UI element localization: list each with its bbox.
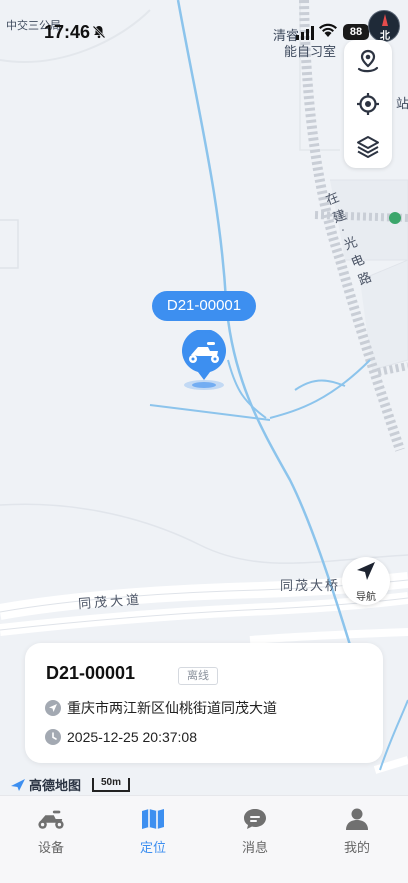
tab-profile[interactable]: 我的 bbox=[306, 796, 408, 883]
location-arrow-icon bbox=[45, 700, 61, 716]
wifi-icon bbox=[318, 22, 338, 43]
navigation-arrow-icon bbox=[355, 560, 377, 587]
scooter-marker-icon[interactable] bbox=[178, 328, 230, 392]
battery-indicator: 88 bbox=[343, 24, 369, 40]
tab-bar: 设备 定位 消息 我的 bbox=[0, 795, 408, 883]
tab-location[interactable]: 定位 bbox=[102, 796, 204, 883]
layers-icon[interactable] bbox=[350, 129, 386, 165]
amap-logo-icon bbox=[11, 778, 25, 791]
map-provider-logo: 高德地图 bbox=[10, 775, 81, 794]
tab-label: 消息 bbox=[241, 840, 268, 855]
tab-devices[interactable]: 设备 bbox=[0, 796, 102, 883]
road-label: 同茂大桥 bbox=[280, 578, 341, 593]
tab-label: 设备 bbox=[37, 840, 64, 855]
status-badge: 离线 bbox=[178, 667, 218, 685]
card-device-id: D21-00001 bbox=[46, 663, 136, 683]
status-time: 17:46 bbox=[44, 22, 91, 42]
card-time: 2025-12-25 20:37:08 bbox=[67, 729, 197, 745]
card-address: 重庆市两江新区仙桃街道同茂大道 bbox=[67, 700, 277, 716]
bell-off-icon bbox=[92, 25, 106, 42]
map-icon bbox=[139, 806, 167, 832]
device-tag[interactable]: D21-00001 bbox=[152, 291, 256, 321]
map-controls bbox=[344, 40, 392, 168]
route-pin-icon[interactable] bbox=[350, 43, 386, 79]
map-scale: 50m bbox=[92, 778, 130, 792]
poi-label: 站 bbox=[396, 96, 408, 111]
tab-label: 定位 bbox=[139, 840, 166, 855]
tab-messages[interactable]: 消息 bbox=[204, 796, 306, 883]
scooter-icon bbox=[37, 806, 65, 832]
address-row: 重庆市两江新区仙桃街道同茂大道 bbox=[45, 698, 277, 718]
navigate-label: 导航 bbox=[356, 591, 376, 603]
device-info-card[interactable]: D21-00001 离线 重庆市两江新区仙桃街道同茂大道 2025-12-25 … bbox=[25, 643, 383, 763]
compass-icon[interactable]: 北 bbox=[368, 10, 400, 42]
clock-icon bbox=[45, 729, 61, 745]
signal-icon bbox=[296, 26, 314, 40]
locate-icon[interactable] bbox=[350, 86, 386, 122]
user-icon bbox=[343, 806, 371, 832]
navigate-button[interactable]: 导航 bbox=[342, 557, 390, 605]
message-icon bbox=[241, 806, 269, 832]
tab-label: 我的 bbox=[343, 840, 370, 855]
time-row: 2025-12-25 20:37:08 bbox=[45, 729, 197, 745]
status-bar: 17:46 88 bbox=[0, 0, 408, 48]
